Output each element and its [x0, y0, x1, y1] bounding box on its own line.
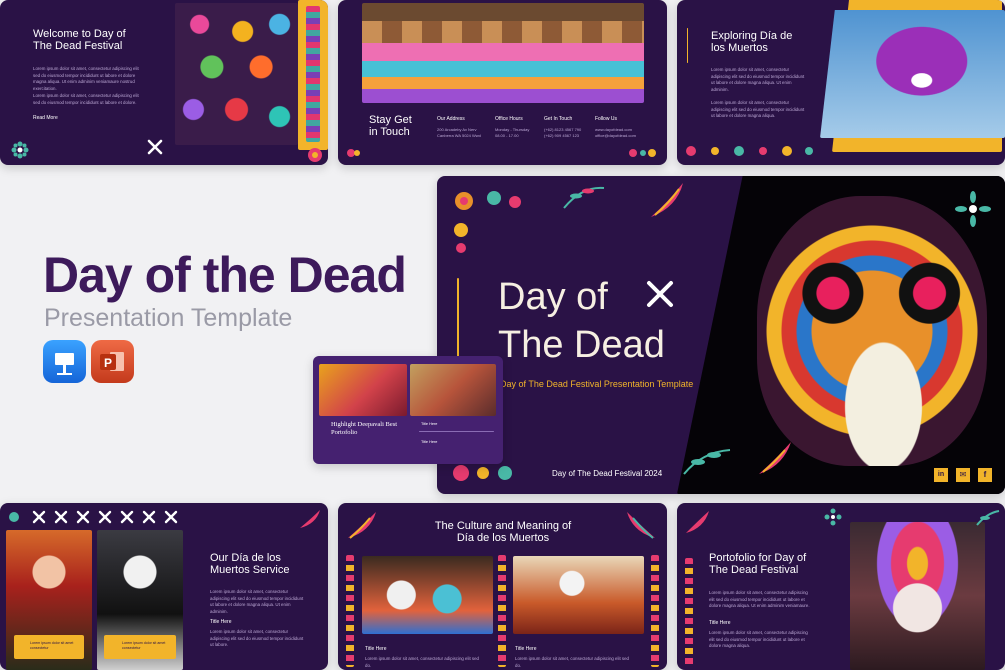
floral-corner-icon [449, 186, 529, 261]
photo-caption: Title Here [365, 646, 387, 652]
feather-icon [647, 181, 687, 226]
crossbones-border [8, 509, 208, 525]
teal-flower-icon [955, 191, 991, 232]
beaded-skull [757, 196, 987, 466]
slide-welcome[interactable]: Welcome to Day of The Dead Festival Lore… [0, 0, 328, 165]
flower-column [346, 555, 354, 667]
item-title: Title Here [421, 440, 438, 444]
leaf-icon [562, 184, 606, 215]
dancers-photo [319, 364, 407, 416]
slide-title: Welcome to Day of The Dead Festival [33, 28, 126, 53]
slide-contact[interactable]: Stay Get in Touch Our Address 200 Arcade… [338, 0, 667, 165]
flower-column [498, 555, 506, 667]
leaf-icon [975, 509, 1001, 532]
divider-line [419, 431, 494, 432]
subtitle: Title Here [709, 620, 731, 626]
feather-icon [344, 508, 380, 547]
slide-paragraph: Lorem ipsum dolor sit amet, consectetur … [33, 93, 139, 105]
feather-icon [683, 508, 711, 541]
follow-value: www.dayofdead.com office@dayofdead.com [595, 127, 636, 138]
feather-icon [298, 508, 322, 535]
slide-service[interactable]: Lorem ipsum dolor sit amet consectetur L… [0, 503, 328, 670]
caption-text: Lorem ipsum dolor sit amet consectetur [122, 641, 166, 651]
performer-photo [513, 556, 644, 634]
divider-line [687, 28, 688, 63]
decorative-pattern [306, 6, 320, 142]
item-title: Title Here [421, 422, 438, 426]
slide-paragraph: Lorem ipsum dolor sit amet, consectetur … [709, 590, 810, 609]
slide-culture[interactable]: The Culture and Meaning of Día de los Mu… [338, 503, 667, 670]
slide-title: Exploring Día de los Muertos [711, 30, 793, 55]
slide-exploring[interactable]: Exploring Día de los Muertos Lorem ipsum… [677, 0, 1005, 165]
flower-column [685, 558, 693, 668]
crossbones-icon [145, 137, 165, 162]
linkedin-icon[interactable]: in [934, 468, 948, 482]
caption-paragraph: Lorem ipsum dolor sit amet, consectetur … [365, 656, 479, 668]
highlight-title: Highlight Deepavali Best Portofolio [331, 421, 398, 436]
contact-label: Get In Touch [544, 116, 573, 122]
flower-border [346, 148, 360, 158]
cover-title-line1: Day of [498, 276, 608, 318]
powerpoint-icon[interactable]: P [91, 340, 134, 383]
keynote-icon[interactable] [43, 340, 86, 383]
mail-icon[interactable]: ✉ [956, 468, 970, 482]
address-value: 200 Arcadeby Av Nerv Canberra WA 5024 Ww… [437, 127, 481, 138]
hero-title: Day of the Dead [43, 247, 407, 303]
flower-border [685, 145, 815, 157]
slide-highlight[interactable]: Highlight Deepavali Best Portofolio Titl… [313, 356, 503, 464]
catrina-portrait-photo [850, 522, 985, 670]
slide-title: Stay Get in Touch [369, 114, 412, 139]
flower-icon [306, 146, 324, 165]
flower-column [651, 555, 659, 667]
sugar-skulls-photo [362, 556, 493, 634]
hours-value: Monday - Thursday 08.00 - 17.00 [495, 127, 530, 138]
cover-title-line2: The Dead [498, 324, 665, 366]
slide-paragraph: Lorem ipsum dolor sit amet, consectetur … [210, 629, 304, 648]
feather-icon [623, 508, 659, 547]
caption-text: Lorem ipsum dolor sit amet consectetur [30, 641, 74, 651]
sugar-skulls-photo [175, 3, 298, 145]
slide-paragraph: Lorem ipsum dolor sit amet, consectetur … [711, 100, 805, 119]
flower-border [628, 148, 658, 158]
subtitle: Title Here [210, 619, 232, 625]
hours-label: Office Hours [495, 116, 523, 122]
slide-paragraph: Lorem ipsum dolor sit amet, consectetur … [709, 630, 808, 649]
catrina-photo [820, 10, 1005, 138]
slide-title: The Culture and Meaning of Día de los Mu… [434, 520, 572, 545]
teal-flower-icon [824, 508, 842, 531]
leaf-icon [682, 446, 732, 481]
hero-subtitle: Presentation Template [44, 304, 293, 332]
altar-photo [362, 3, 644, 103]
read-more-link[interactable]: Read More [33, 115, 58, 121]
slide-title: Our Día de los Muertos Service [210, 552, 290, 577]
feather-icon [755, 438, 795, 483]
slide-title: Portofolio for Day of The Dead Festival [709, 552, 807, 577]
slide-paragraph: Lorem ipsum dolor sit amet, consectetur … [210, 589, 304, 614]
facebook-icon[interactable]: f [978, 468, 992, 482]
crossbones-icon [642, 276, 678, 317]
slide-paragraph: Lorem ipsum dolor sit amet, consectetur … [711, 67, 805, 92]
festival-photo [410, 364, 496, 416]
slide-main-cover[interactable]: Day of The Dead Day of The Dead Festival… [437, 176, 1005, 494]
slide-portfolio[interactable]: Portofolio for Day of The Dead Festival … [677, 503, 1005, 670]
cover-footer: Day of The Dead Festival 2024 [552, 469, 663, 478]
contact-value: (+62) 8123 4567 790 (+62) 909 4567 123 [544, 127, 582, 138]
teal-flower-icon [10, 140, 30, 165]
slide-paragraph: Lorem ipsum dolor sit amet, consectetur … [33, 66, 139, 91]
photo-caption: Title Here [515, 646, 537, 652]
svg-text:P: P [104, 356, 112, 370]
follow-label: Follow Us [595, 116, 617, 122]
address-label: Our Address [437, 116, 465, 122]
cover-tagline: Day of The Dead Festival Presentation Te… [500, 379, 694, 389]
caption-paragraph: Lorem ipsum dolor sit amet, consectetur … [515, 656, 629, 668]
